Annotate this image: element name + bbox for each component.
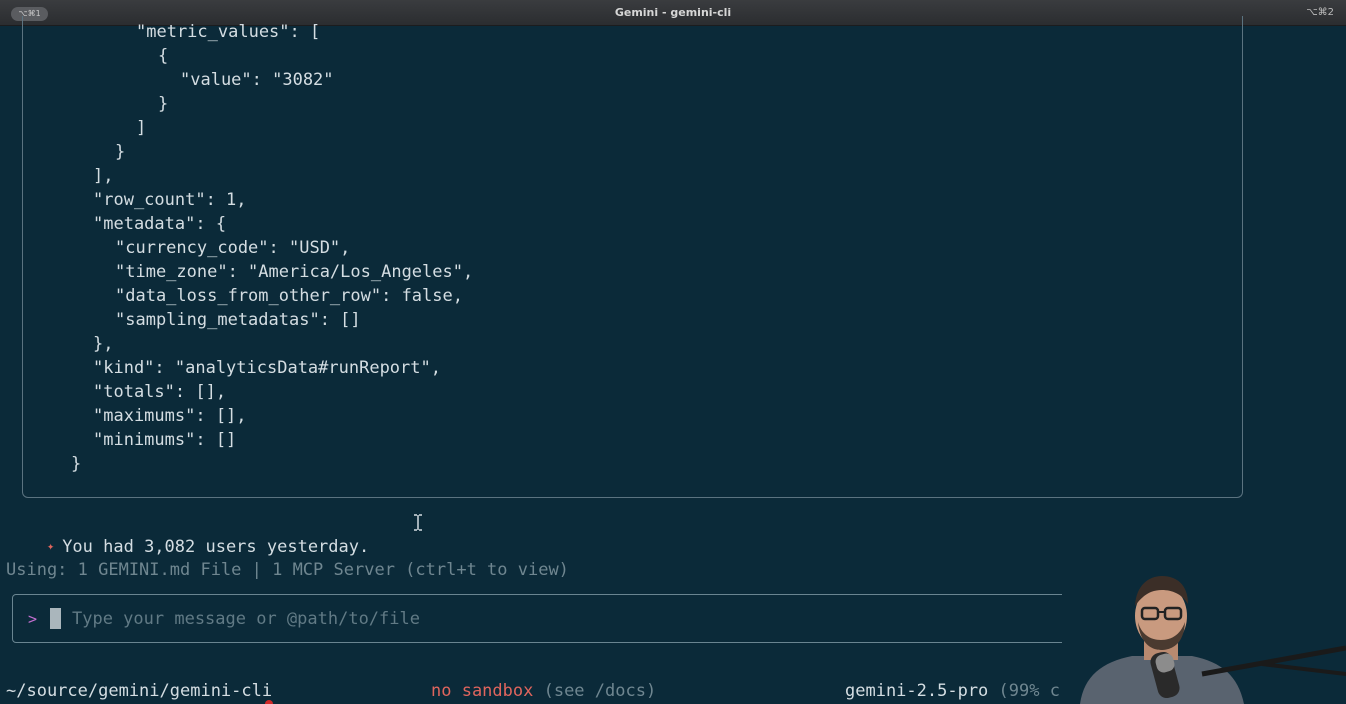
window-shortcut-label: ⌥⌘2 (1306, 7, 1334, 18)
json-line: "kind": "analyticsData#runReport", (93, 358, 441, 378)
model-name: gemini-2.5-pro (845, 681, 989, 701)
webcam-overlay (1062, 556, 1346, 704)
json-line: "maximums": [], (93, 406, 247, 426)
json-line: "time_zone": "America/Los_Angeles", (115, 262, 474, 282)
cwd-path: ~/source/gemini/gemini-cli (6, 681, 273, 701)
message-input[interactable]: > Type your message or @path/to/file (12, 594, 1199, 643)
sandbox-status: no sandbox (see /docs) (431, 679, 656, 703)
json-line: "totals": [], (93, 382, 227, 402)
json-line: ] (136, 118, 147, 138)
json-line: }, (93, 334, 114, 354)
context-status: Using: 1 GEMINI.md File | 1 MCP Server (… (6, 560, 569, 580)
json-line: ], (93, 166, 114, 186)
tool-output-box: "metric_values": [ { "value": "3082" } ]… (22, 16, 1243, 498)
recording-dot-icon (265, 700, 273, 704)
json-line: { (158, 46, 169, 66)
json-line: "row_count": 1, (93, 190, 247, 210)
json-line: "sampling_metadatas": [] (115, 310, 361, 330)
sparkle-icon: ✦ (46, 539, 55, 553)
json-line: "metric_values": [ (136, 22, 321, 42)
json-line: } (71, 454, 82, 474)
json-line: } (115, 142, 126, 162)
json-line: } (158, 94, 169, 114)
sandbox-hint: (see /docs) (533, 681, 657, 701)
input-placeholder: Type your message or @path/to/file (72, 609, 420, 629)
sandbox-warning: no sandbox (431, 681, 534, 701)
terminal-area[interactable]: "metric_values": [ { "value": "3082" } ]… (0, 16, 1346, 704)
text-caret (50, 608, 61, 629)
response-text: You had 3,082 users yesterday. (62, 537, 370, 557)
json-line: "currency_code": "USD", (115, 238, 351, 258)
json-line: "metadata": { (93, 214, 227, 234)
json-line: "minimums": [] (93, 430, 237, 450)
json-line: "data_loss_from_other_row": false, (115, 286, 463, 306)
model-status: gemini-2.5-pro (99% c (845, 679, 1060, 703)
prompt-symbol: > (28, 610, 38, 628)
json-line: "value": "3082" (180, 70, 334, 90)
context-remaining: (99% c (988, 681, 1060, 701)
ibeam-cursor-icon (414, 514, 422, 531)
